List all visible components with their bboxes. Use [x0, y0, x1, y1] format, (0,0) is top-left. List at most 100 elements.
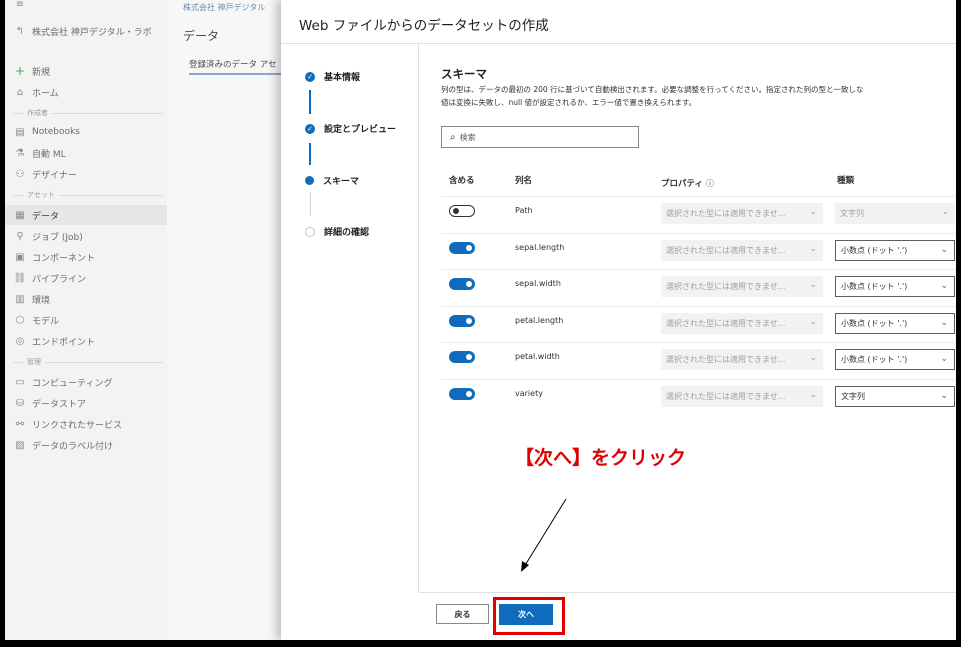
back-button[interactable]: 戻る	[436, 604, 489, 624]
app-window: ≡ ↰ 株式会社 神戸デジタル・ラボ + 新規 ⌂ ホーム 作成者 ▤ Notebook…	[5, 0, 956, 640]
sidebar-item-notebooks[interactable]: ▤ Notebooks	[13, 122, 80, 142]
type-dropdown[interactable]: 小数点 (ドット '.') ⌄	[835, 312, 955, 334]
component-icon: ▣	[15, 251, 25, 263]
chevron-down-icon: ⌄	[940, 281, 948, 291]
sidebar-item-designer[interactable]: ⚇ デザイナー	[13, 164, 77, 184]
chevron-down-icon: ⌄	[941, 207, 949, 217]
hamburger-icon[interactable]: ≡	[13, 0, 32, 14]
step-review[interactable]: 詳細の確認	[305, 225, 369, 238]
chevron-down-icon: ⌄	[940, 317, 948, 328]
sidebar-item-endpoints[interactable]: ◎ エンドポイント	[13, 331, 95, 351]
sidebar-item-environments[interactable]: ▥ 環境	[13, 289, 50, 309]
chevron-down-icon: ⌄	[940, 244, 948, 255]
schema-description: 列の型は、データの最初の 200 行に基づいて自動検出されます。必要な調整を行っ…	[441, 85, 864, 94]
include-toggle[interactable]	[449, 387, 475, 400]
divider	[419, 592, 956, 593]
back-icon: ↰	[15, 25, 25, 37]
chevron-down-icon: ⌄	[809, 389, 817, 400]
search-input[interactable]: ⌕ 検索	[441, 126, 639, 148]
tab-registered-data[interactable]: 登録済みのデータ アセ	[189, 58, 277, 70]
create-dataset-panel: Web ファイルからのデータセットの作成 ✓ 基本情報 ✓ 設定とプレビュー ス…	[281, 0, 956, 640]
info-icon[interactable]: ⓘ	[706, 179, 714, 188]
step-connector	[309, 143, 311, 165]
step-settings-preview[interactable]: ✓ 設定とプレビュー	[305, 122, 396, 135]
next-button[interactable]: 次へ	[499, 604, 553, 625]
link-icon: ⚯	[15, 418, 25, 430]
chevron-down-icon: ⌄	[809, 280, 817, 290]
property-dropdown[interactable]: 選択された型には適用できませ... ⌄	[661, 385, 823, 407]
arrow-icon	[521, 498, 567, 572]
chevron-down-icon: ⌄	[809, 316, 817, 327]
table-row: variety 選択された型には適用できませ... ⌄ 文字列 ⌄	[441, 378, 956, 416]
breadcrumb[interactable]: 株式会社 神戸デジタル	[183, 2, 265, 13]
plus-icon: +	[14, 64, 26, 78]
type-dropdown[interactable]: 文字列 ⌄	[835, 385, 955, 407]
chevron-down-icon: ⌄	[809, 353, 817, 363]
property-dropdown[interactable]: 選択された型には適用できませ... ⌄	[661, 312, 823, 334]
type-dropdown[interactable]: 文字列 ⌄	[835, 203, 955, 224]
header-column-name: 列名	[515, 176, 533, 186]
step-connector	[309, 90, 311, 114]
sidebar-item-linked-services[interactable]: ⚯ リンクされたサービス	[13, 414, 122, 434]
chevron-down-icon: ⌄	[809, 243, 817, 254]
sidebar-item-models[interactable]: ⬡ モデル	[13, 310, 59, 330]
sidebar-item-compute[interactable]: ▭ コンピューティング	[13, 372, 112, 392]
type-dropdown[interactable]: 小数点 (ドット '.') ⌄	[835, 276, 955, 297]
sidebar-item-pipelines[interactable]: ⛓ パイプライン	[13, 268, 86, 288]
property-dropdown[interactable]: 選択された型には適用できませ... ⌄	[661, 349, 823, 370]
step-basic-info[interactable]: ✓ 基本情報	[305, 70, 360, 83]
sidebar: ≡ ↰ 株式会社 神戸デジタル・ラボ + 新規 ⌂ ホーム 作成者 ▤ Notebook…	[5, 0, 167, 640]
annotation-text: 【次へ】をクリック	[515, 447, 687, 469]
search-icon: ⌕	[450, 131, 456, 143]
type-dropdown[interactable]: 小数点 (ドット '.') ⌄	[835, 349, 955, 370]
notebook-icon: ▤	[15, 126, 25, 138]
column-name: petal.width	[515, 352, 560, 361]
page-title: データ	[183, 29, 220, 43]
table-row: Path 選択された型には適用できませ... ⌄ 文字列 ⌄	[441, 196, 956, 233]
table-row: petal.length 選択された型には適用できませ... ⌄ 小数点 (ドット '…	[441, 305, 956, 343]
model-icon: ⬡	[15, 314, 25, 326]
step-schema[interactable]: スキーマ	[305, 174, 359, 187]
property-dropdown[interactable]: 選択された型には適用できませ... ⌄	[661, 239, 823, 261]
include-toggle[interactable]	[449, 241, 475, 254]
sidebar-item-datastores[interactable]: ⛁ データストア	[13, 393, 86, 413]
include-toggle[interactable]	[449, 314, 475, 327]
automl-icon: ⚗	[15, 147, 25, 159]
designer-icon: ⚇	[15, 168, 25, 180]
schema-description: 値は変換に失敗し、null 値が設定されるか、エラー値で置き換えられます。	[441, 98, 697, 107]
endpoint-icon: ◎	[15, 335, 25, 347]
data-icon: ▦	[15, 209, 25, 221]
table-row: petal.width 選択された型には適用できませ... ⌄ 小数点 (ドット '.…	[441, 342, 956, 379]
environment-icon: ▥	[15, 293, 25, 305]
property-dropdown[interactable]: 選択された型には適用できませ... ⌄	[661, 276, 823, 297]
type-dropdown[interactable]: 小数点 (ドット '.') ⌄	[835, 239, 955, 261]
sidebar-org-link[interactable]: ↰ 株式会社 神戸デジタル・ラボ	[13, 21, 152, 41]
current-step-icon	[305, 176, 314, 185]
section-title: スキーマ	[441, 67, 487, 81]
wizard-steps: ✓ 基本情報 ✓ 設定とプレビュー スキーマ 詳細の確認	[281, 44, 419, 592]
column-name: variety	[515, 388, 543, 398]
chevron-down-icon: ⌄	[940, 354, 948, 364]
label-icon: ▨	[15, 439, 25, 451]
sidebar-item-data-labeling[interactable]: ▨ データのラベル付け	[13, 435, 113, 455]
sidebar-section-assets: アセット	[13, 189, 163, 201]
database-icon: ⛁	[15, 397, 25, 409]
header-properties: プロパティ ⓘ	[661, 179, 714, 189]
flask-icon: ⚲	[16, 230, 24, 242]
table-row: sepal.width 選択された型には適用できませ... ⌄ 小数点 (ドット '.…	[441, 269, 956, 306]
step-connector	[309, 192, 311, 216]
property-dropdown[interactable]: 選択された型には適用できませ... ⌄	[661, 203, 823, 224]
include-toggle[interactable]	[449, 205, 475, 217]
sidebar-item-components[interactable]: ▣ コンポーネント	[13, 247, 95, 267]
include-toggle[interactable]	[449, 351, 475, 363]
pending-step-icon	[305, 226, 315, 237]
sidebar-item-jobs[interactable]: ⚲ ジョブ (Job)	[13, 226, 82, 246]
sidebar-section-manage: 管理	[13, 356, 163, 368]
sidebar-section-author: 作成者	[13, 107, 163, 119]
sidebar-item-data[interactable]: ▦ データ	[5, 205, 167, 225]
include-toggle[interactable]	[449, 278, 475, 290]
sidebar-item-automl[interactable]: ⚗ 自動 ML	[13, 143, 66, 163]
sidebar-item-home[interactable]: ⌂ ホーム	[13, 82, 59, 102]
sidebar-item-new[interactable]: + 新規	[13, 61, 50, 81]
column-name: sepal.width	[515, 279, 561, 288]
